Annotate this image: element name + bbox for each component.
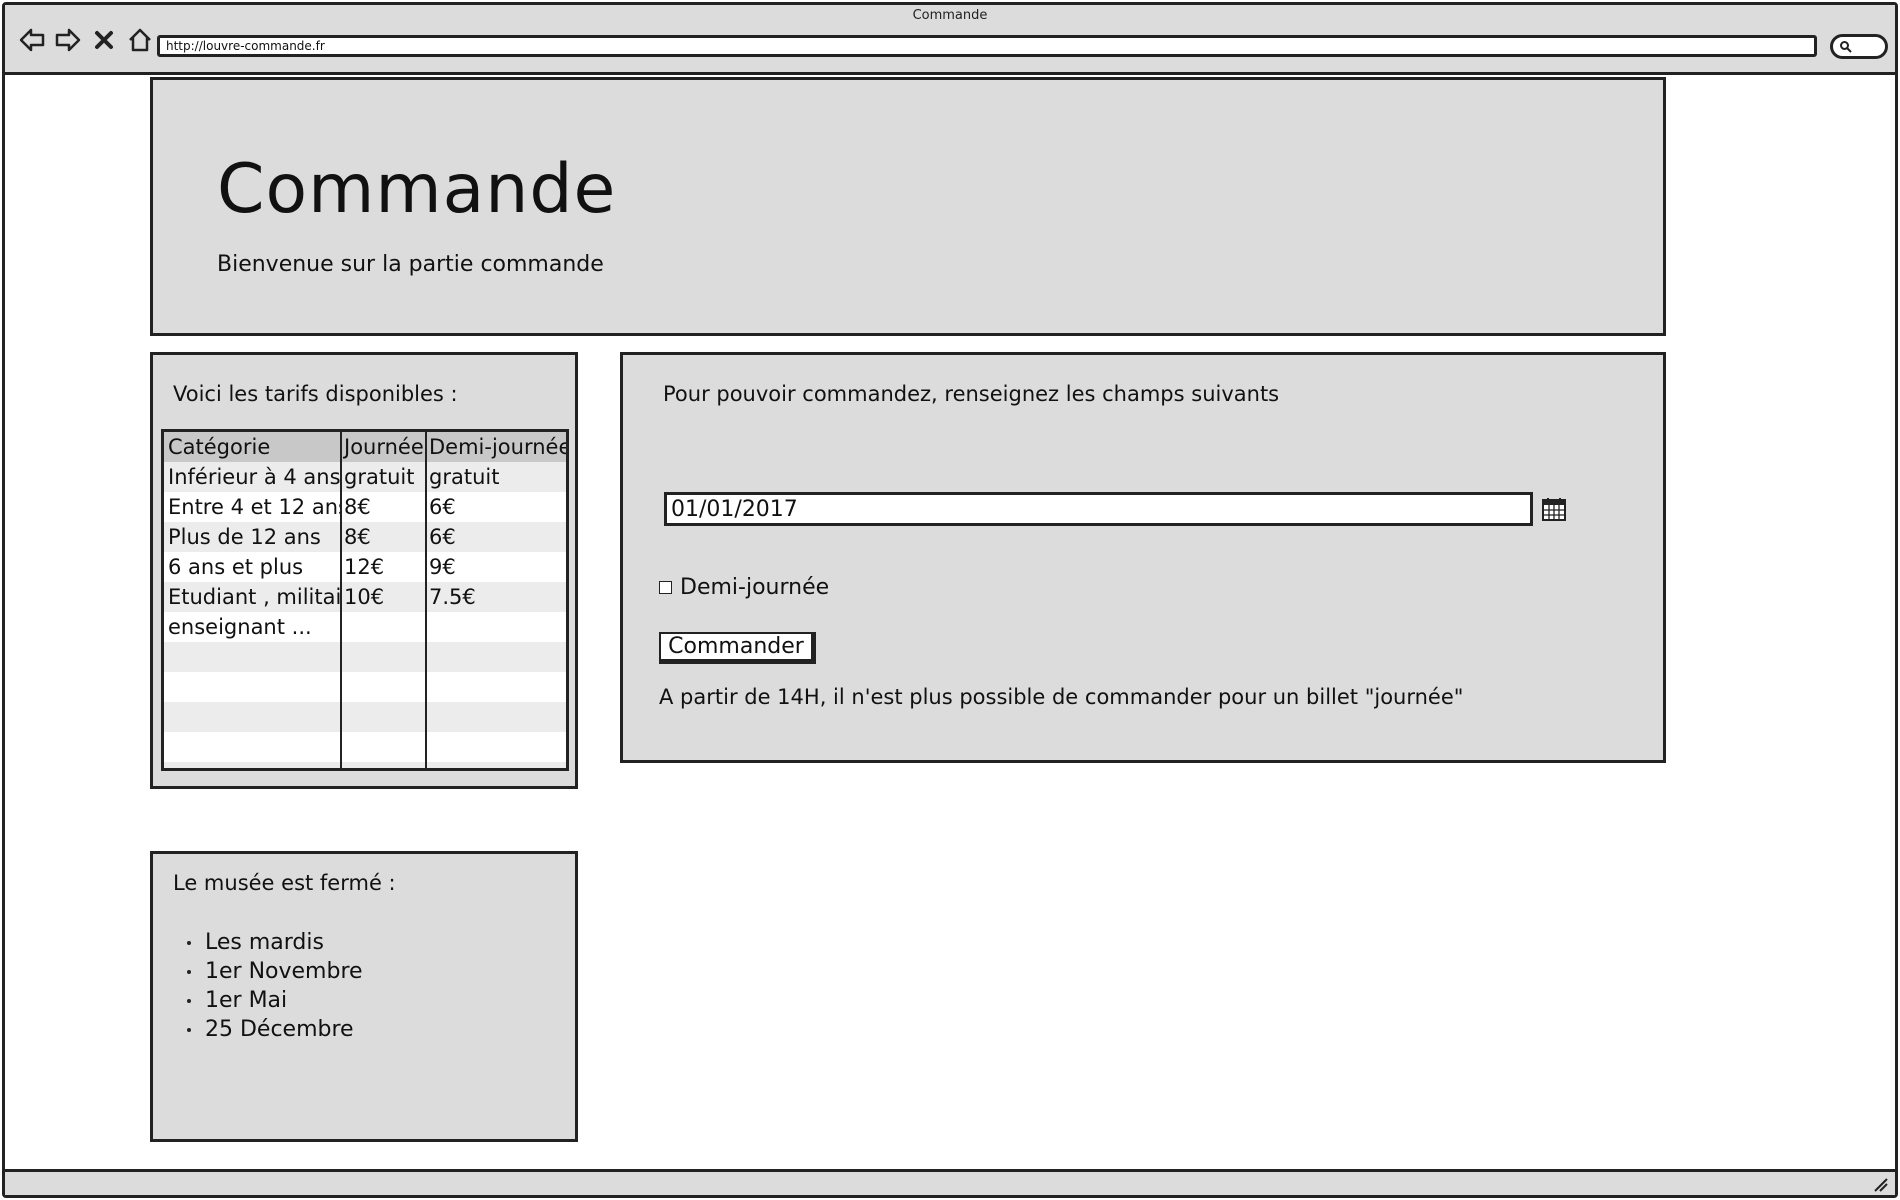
search-icon bbox=[1840, 41, 1852, 53]
table-row: Entre 4 et 12 ans 8€ 6€ bbox=[164, 492, 566, 522]
column-header[interactable]: Demi-journée bbox=[427, 432, 566, 462]
table-cell: enseignant ... bbox=[164, 612, 342, 642]
forward-arrow-icon[interactable] bbox=[53, 25, 83, 55]
table-cell: 7.5€ bbox=[429, 585, 476, 609]
list-item-text: 1er Mai bbox=[205, 988, 288, 1013]
half-day-checkbox[interactable]: Demi-journée bbox=[659, 575, 829, 600]
table-cell: 12€ bbox=[342, 552, 427, 582]
table-cell bbox=[164, 642, 342, 672]
browser-statusbar bbox=[5, 1169, 1895, 1195]
table-cell bbox=[427, 702, 566, 732]
browser-nav bbox=[17, 25, 155, 55]
bullet-icon bbox=[187, 940, 191, 945]
table-cell bbox=[342, 762, 427, 768]
bullet-icon bbox=[187, 969, 191, 974]
table-row bbox=[164, 702, 566, 732]
list-item-text: 1er Novembre bbox=[205, 959, 363, 984]
table-row bbox=[164, 732, 566, 762]
bullet-icon bbox=[187, 998, 191, 1003]
date-input[interactable] bbox=[664, 492, 1533, 526]
browser-titlebar: Commande http://louvre-commande.fr bbox=[5, 5, 1895, 75]
closed-title: Le musée est fermé : bbox=[173, 871, 396, 895]
close-icon[interactable] bbox=[89, 25, 119, 55]
table-cell: 8€ bbox=[342, 492, 427, 522]
list-item: Les mardis bbox=[187, 928, 363, 957]
table-cell: 9€ bbox=[429, 555, 456, 579]
order-intro: Pour pouvoir commandez, renseignez les c… bbox=[663, 382, 1280, 406]
table-row: Etudiant , militaire, 10€ 7.5€ bbox=[164, 582, 566, 612]
table-cell: gratuit bbox=[342, 462, 427, 492]
table-cell: Entre 4 et 12 ans bbox=[164, 492, 342, 522]
list-item-text: Les mardis bbox=[205, 930, 324, 955]
tarifs-panel: Voici les tarifs disponibles : Catégorie… bbox=[150, 352, 578, 789]
table-cell bbox=[427, 672, 566, 702]
table-cell: gratuit bbox=[429, 465, 500, 489]
window-title: Commande bbox=[912, 8, 988, 23]
checkbox-box[interactable] bbox=[659, 581, 672, 594]
browser-search[interactable] bbox=[1830, 34, 1888, 59]
table-cell bbox=[342, 642, 427, 672]
list-item-text: 25 Décembre bbox=[205, 1017, 354, 1042]
table-cell bbox=[342, 732, 427, 762]
closed-days-panel: Le musée est fermé : Les mardis 1er Nove… bbox=[150, 851, 578, 1142]
table-cell bbox=[342, 702, 427, 732]
table-cell: 6 ans et plus bbox=[164, 552, 342, 582]
table-cell: Inférieur à 4 ans bbox=[164, 462, 342, 492]
bullet-icon bbox=[187, 1027, 191, 1032]
url-input[interactable]: http://louvre-commande.fr bbox=[157, 35, 1817, 57]
table-row: enseignant ... bbox=[164, 612, 566, 642]
half-day-label: Demi-journée bbox=[680, 575, 830, 600]
table-cell bbox=[342, 672, 427, 702]
column-header[interactable]: Catégorie bbox=[164, 432, 342, 462]
table-cell: 6€ bbox=[429, 525, 456, 549]
table-cell: Plus de 12 ans bbox=[164, 522, 342, 552]
table-cell bbox=[164, 732, 342, 762]
page-title: Commande bbox=[217, 150, 617, 229]
closed-days-list: Les mardis 1er Novembre 1er Mai 25 Décem… bbox=[187, 928, 363, 1044]
list-item: 25 Décembre bbox=[187, 1015, 363, 1044]
back-arrow-icon[interactable] bbox=[17, 25, 47, 55]
order-note: A partir de 14H, il n'est plus possible … bbox=[659, 685, 1464, 709]
resize-grip-icon[interactable] bbox=[1871, 1175, 1889, 1193]
home-icon[interactable] bbox=[125, 25, 155, 55]
table-cell bbox=[427, 762, 566, 768]
table-row: Inférieur à 4 ans gratuit gratuit bbox=[164, 462, 566, 492]
table-cell bbox=[164, 762, 342, 768]
table-cell bbox=[342, 612, 427, 642]
table-cell bbox=[427, 732, 566, 762]
table-cell: Etudiant , militaire, bbox=[164, 582, 342, 612]
table-cell bbox=[427, 612, 566, 642]
table-cell: 6€ bbox=[429, 495, 456, 519]
table-row: Plus de 12 ans 8€ 6€ bbox=[164, 522, 566, 552]
table-row bbox=[164, 672, 566, 702]
pricing-table: Catégorie Journée Demi-journée Inférieur… bbox=[161, 429, 569, 771]
table-cell bbox=[164, 702, 342, 732]
calendar-icon[interactable] bbox=[1541, 496, 1567, 522]
header-panel: Commande Bienvenue sur la partie command… bbox=[150, 77, 1666, 336]
table-cell bbox=[427, 642, 566, 672]
table-header-row: Catégorie Journée Demi-journée bbox=[164, 432, 566, 462]
order-button[interactable]: Commander bbox=[659, 632, 816, 664]
page-subtitle: Bienvenue sur la partie commande bbox=[217, 252, 604, 277]
list-item: 1er Mai bbox=[187, 986, 363, 1015]
list-item: 1er Novembre bbox=[187, 957, 363, 986]
table-row bbox=[164, 642, 566, 672]
table-row bbox=[164, 762, 566, 768]
table-cell bbox=[164, 672, 342, 702]
tarifs-title: Voici les tarifs disponibles : bbox=[173, 382, 458, 406]
column-header[interactable]: Journée bbox=[342, 432, 427, 462]
order-panel: Pour pouvoir commandez, renseignez les c… bbox=[620, 352, 1666, 763]
table-row: 6 ans et plus 12€ 9€ bbox=[164, 552, 566, 582]
table-cell: 8€ bbox=[342, 522, 427, 552]
table-cell: 10€ bbox=[342, 582, 427, 612]
